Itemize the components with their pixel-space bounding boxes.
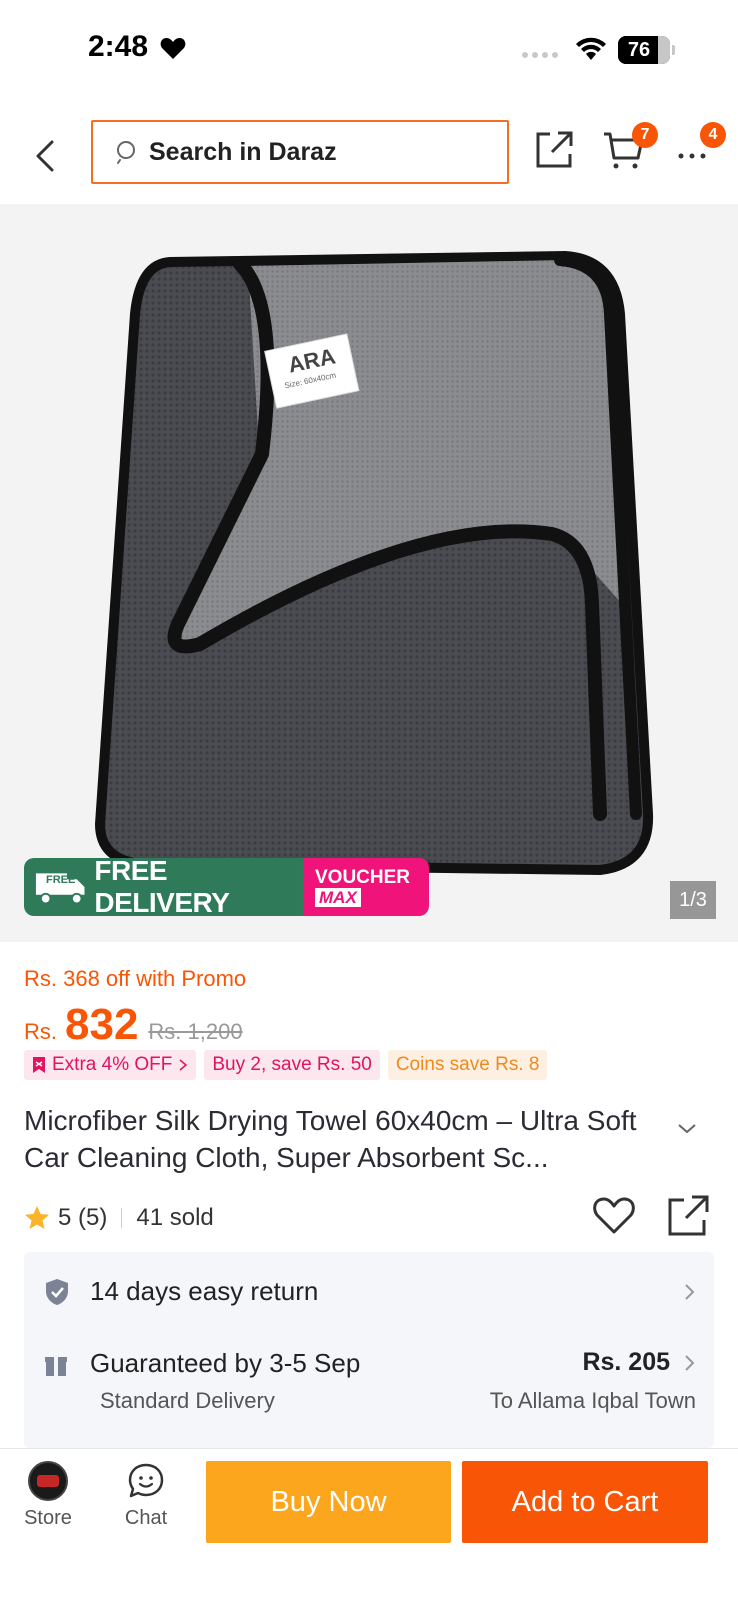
store-label: Store: [24, 1507, 72, 1529]
original-price: Rs. 1,200: [148, 1019, 243, 1044]
truck-free-text: FREE: [46, 874, 76, 886]
voucher-max-text: MAX: [315, 887, 361, 907]
coins-save-label: Coins save Rs. 8: [395, 1054, 540, 1075]
extra-off-label: Extra 4% OFF: [52, 1054, 173, 1075]
gift-box-icon: [45, 1357, 67, 1376]
star-icon: [25, 1206, 49, 1229]
product-title: Microfiber Silk Drying Towel 60x40cm – U…: [24, 1105, 637, 1173]
price-row: Rs. 832 Rs. 1,200: [24, 1000, 243, 1050]
chat-icon: [128, 1463, 164, 1498]
delivery-guarantee-label: Guaranteed by 3-5 Sep: [90, 1348, 361, 1378]
delivery-row[interactable]: Guaranteed by 3-5 Sep Standard Delivery …: [24, 1332, 714, 1448]
bottom-action-bar: Store Chat Buy Now Add to Cart: [0, 1448, 738, 1600]
wishlist-heart-icon[interactable]: [592, 1194, 636, 1236]
buy-now-button[interactable]: Buy Now: [206, 1461, 451, 1543]
buy-2-save-label: Buy 2, save Rs. 50: [212, 1054, 372, 1075]
service-info-card: 14 days easy return Guaranteed by 3-5 Se…: [24, 1252, 714, 1448]
free-delivery-voucher-banner: FREE FREE DELIVERY VOUCHER MAX: [24, 858, 429, 916]
image-counter: 1/3: [670, 881, 716, 919]
voucher-max-badge: VOUCHER MAX: [303, 858, 429, 916]
promo-discount-text[interactable]: Rs. 368 off with Promo: [24, 966, 246, 992]
easy-return-row[interactable]: 14 days easy return: [24, 1252, 714, 1332]
share-icon[interactable]: [534, 128, 574, 170]
promo-chips: Extra 4% OFF Buy 2, save Rs. 50 Coins sa…: [24, 1050, 548, 1080]
extra-off-chip[interactable]: Extra 4% OFF: [24, 1050, 197, 1080]
search-placeholder: Search in Daraz: [149, 137, 337, 166]
wifi-icon: [576, 37, 606, 60]
share-product-icon[interactable]: [666, 1194, 710, 1238]
chevron-right-icon: [179, 1059, 188, 1071]
delivery-fee: Rs. 205: [582, 1348, 670, 1376]
back-arrow-icon[interactable]: [28, 134, 64, 178]
delivery-location: To Allama Iqbal Town: [489, 1388, 696, 1413]
cellular-signal-icon: [522, 52, 558, 58]
battery-level: 76: [627, 39, 651, 61]
shield-check-icon: [46, 1279, 68, 1305]
add-to-cart-button[interactable]: Add to Cart: [462, 1461, 708, 1543]
voucher-text: VOUCHER: [315, 866, 411, 888]
top-header: Search in Daraz 7 4: [0, 108, 738, 204]
product-image-gallery[interactable]: ARA Size: 60x40cm FREE FREE DELIVERY VOU…: [0, 204, 738, 942]
status-bar: 2:48 76: [0, 0, 738, 100]
sold-count: 41 sold: [136, 1204, 214, 1231]
notification-badge: 4: [700, 122, 726, 148]
current-price: 832: [65, 1000, 139, 1049]
chat-tab[interactable]: Chat: [106, 1461, 186, 1530]
free-delivery-badge: FREE FREE DELIVERY: [24, 858, 303, 916]
chevron-right-icon: [685, 1284, 695, 1300]
free-delivery-text: FREE DELIVERY: [94, 858, 230, 916]
rating-value: 5 (5): [58, 1204, 108, 1231]
chevron-down-icon[interactable]: [676, 1122, 698, 1136]
battery-icon: 76: [618, 36, 670, 64]
product-image: [94, 250, 654, 876]
chat-label: Chat: [124, 1507, 168, 1529]
heart-status-icon: [160, 38, 186, 59]
status-time: 2:48: [88, 30, 149, 63]
voucher-icon: [33, 1057, 45, 1073]
cart-count-badge: 7: [632, 122, 658, 148]
coins-save-chip[interactable]: Coins save Rs. 8: [387, 1050, 548, 1080]
buy-2-save-chip[interactable]: Buy 2, save Rs. 50: [204, 1050, 380, 1080]
rating-row[interactable]: 5 (5) 41 sold: [24, 1198, 214, 1238]
rating-divider: [121, 1208, 123, 1228]
search-icon: [117, 141, 135, 164]
search-input[interactable]: Search in Daraz: [91, 120, 509, 184]
easy-return-label: 14 days easy return: [90, 1276, 319, 1306]
chevron-right-icon: [685, 1355, 695, 1371]
delivery-type-label: Standard Delivery: [100, 1388, 275, 1413]
price-currency: Rs.: [24, 1019, 57, 1044]
store-avatar: [28, 1461, 68, 1501]
store-tab[interactable]: Store: [8, 1461, 88, 1530]
delivery-truck-icon: [35, 873, 85, 905]
